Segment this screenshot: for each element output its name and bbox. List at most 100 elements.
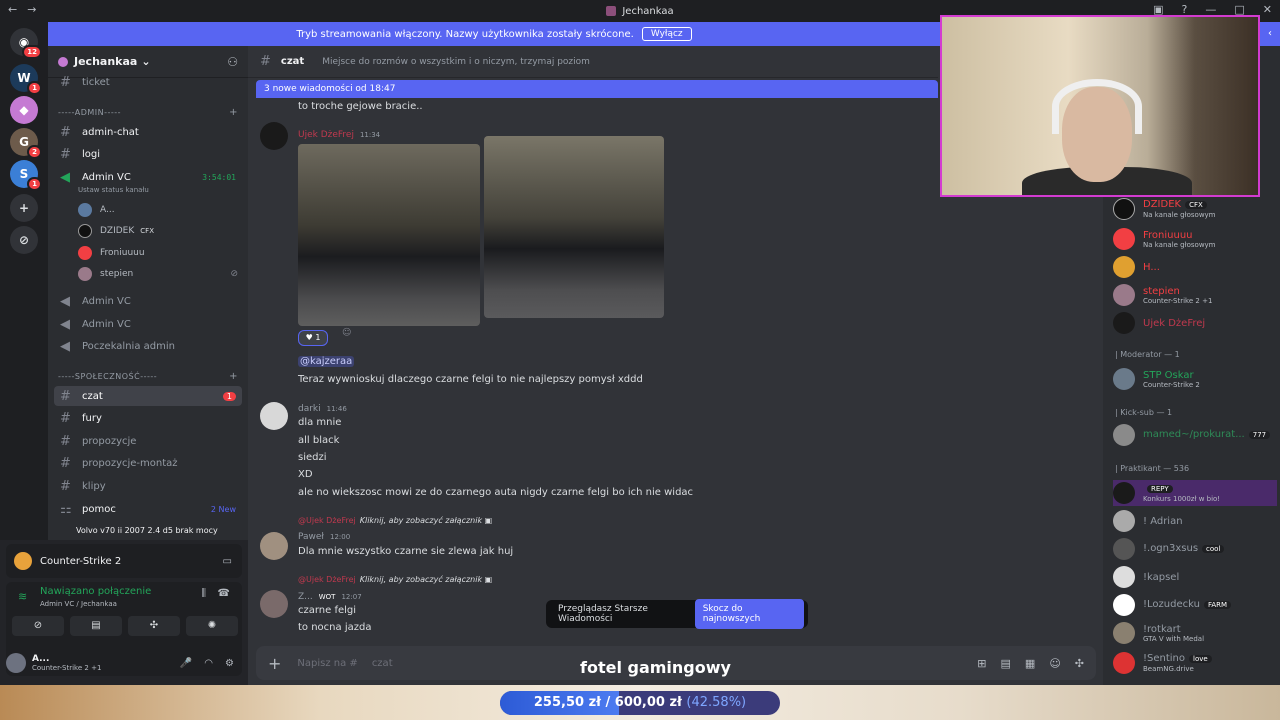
channel-name: czat bbox=[280, 56, 305, 67]
avatar bbox=[1113, 482, 1135, 504]
category-label: -----ADMIN----- bbox=[58, 108, 122, 117]
channel-label: klipy bbox=[82, 480, 106, 492]
disconnect-icon[interactable]: ☎ bbox=[218, 588, 230, 599]
avatar bbox=[78, 246, 92, 260]
car-photo-1[interactable] bbox=[298, 144, 480, 326]
voice-user[interactable]: Froniuuuu bbox=[78, 244, 238, 262]
member-item[interactable]: Froniuuuu Na kanale głosowym bbox=[1113, 226, 1277, 252]
voice-channel-admin-vc-2[interactable]: ◀ Admin VC bbox=[54, 291, 242, 311]
jump-to-latest-button[interactable]: Skocz do najnowszych bbox=[694, 599, 804, 629]
emoji-icon[interactable]: ☺ bbox=[1049, 657, 1060, 670]
channel-fury[interactable]: # fury bbox=[54, 408, 242, 428]
channel-admin-chat[interactable]: # admin-chat bbox=[54, 122, 242, 142]
channel-propozycje[interactable]: # propozycje bbox=[54, 431, 242, 451]
channel-ticket[interactable]: # ticket bbox=[54, 72, 242, 92]
forum-thread[interactable]: Volvo v70 ii 2007 2.4 d5 brak mocy bbox=[76, 526, 246, 535]
composer-placeholder: Napisz na # bbox=[297, 657, 358, 669]
disable-streamer-button[interactable]: Wyłącz bbox=[641, 27, 692, 41]
member-item[interactable]: !Sentino love BeamNG.drive bbox=[1113, 650, 1277, 676]
noise-suppression-icon[interactable]: ⫼ bbox=[201, 588, 206, 599]
activities-icon[interactable]: ✣ bbox=[128, 616, 180, 636]
author-name[interactable]: Z... bbox=[298, 592, 313, 602]
server-icon-1[interactable]: W1 bbox=[10, 64, 42, 95]
voice-channel-admin-vc-3[interactable]: ◀ Admin VC bbox=[54, 314, 242, 334]
server-icon-4[interactable]: S1 bbox=[10, 160, 42, 191]
add-channel-icon[interactable]: + bbox=[229, 107, 238, 118]
close-icon[interactable]: ✕ bbox=[1263, 3, 1272, 16]
avatar[interactable] bbox=[260, 590, 288, 618]
category-spolecznosc[interactable]: -----SPOŁECZNOŚĆ----- + bbox=[58, 371, 238, 382]
back-forward-icons[interactable]: ←→ bbox=[8, 3, 46, 16]
voice-channel-admin-vc[interactable]: ◀ Admin VC 3:54:01 bbox=[54, 167, 242, 187]
member-item[interactable]: REPY Konkurs 1000zł w bio! bbox=[1113, 480, 1277, 506]
gift-icon[interactable]: ⊞ bbox=[977, 657, 986, 670]
category-admin[interactable]: -----ADMIN----- + bbox=[58, 107, 238, 118]
heart-reaction[interactable]: ♥ 1 bbox=[298, 330, 328, 346]
reply-preview[interactable]: @Ujek DżeFrej Kliknij, aby zobaczyć załąc… bbox=[298, 516, 492, 525]
avatar[interactable] bbox=[260, 122, 288, 150]
member-item[interactable]: !kapsel bbox=[1113, 564, 1277, 590]
member-item[interactable]: Ujek DżeFrej bbox=[1113, 310, 1277, 336]
author-name[interactable]: Ujek DżeFrej bbox=[298, 130, 354, 140]
avatar[interactable] bbox=[260, 532, 288, 560]
member-item[interactable]: H... bbox=[1113, 254, 1277, 280]
author-name[interactable]: Paweł bbox=[298, 532, 324, 542]
voice-channel-poczekalnia[interactable]: ◀ Poczekalnia admin bbox=[54, 336, 242, 356]
member-item[interactable]: STP Oskar Counter-Strike 2 bbox=[1113, 366, 1277, 392]
member-item[interactable]: DZIDEK CFX Na kanale głosowym bbox=[1113, 196, 1277, 222]
screen-share-icon[interactable]: ▤ bbox=[70, 616, 122, 636]
forum-channel-pomoc[interactable]: ⚏ pomoc 2 New bbox=[54, 499, 242, 519]
forum-icon: ⚏ bbox=[60, 501, 72, 517]
member-activity: GTA V with Medal bbox=[1143, 634, 1205, 643]
invite-icon[interactable]: ⚇ bbox=[227, 55, 238, 69]
channel-czat[interactable]: # czat 1 bbox=[54, 386, 242, 406]
banner-close-icon[interactable]: ‹ bbox=[1260, 22, 1280, 46]
member-name: !kapsel bbox=[1143, 571, 1180, 583]
member-item[interactable]: stepien Counter-Strike 2 +1 bbox=[1113, 282, 1277, 308]
server-icon-3[interactable]: G2 bbox=[10, 128, 42, 159]
stream-overlay-text: fotel gamingowy bbox=[580, 658, 731, 677]
microphone-icon[interactable]: 🎤 bbox=[180, 658, 192, 669]
stream-icon[interactable]: ▭ bbox=[223, 556, 232, 567]
voice-user[interactable]: DZIDEK CFX bbox=[78, 222, 238, 240]
connection-status[interactable]: Nawiązano połączenie bbox=[40, 586, 151, 597]
member-item[interactable]: !.ogn3xsus cool bbox=[1113, 536, 1277, 562]
apps-icon[interactable]: ✣ bbox=[1075, 657, 1084, 670]
author-name[interactable]: darki bbox=[298, 404, 321, 414]
channel-logi[interactable]: # logi bbox=[54, 144, 242, 164]
user-mention[interactable]: @kajzeraa bbox=[298, 356, 355, 367]
channel-propozycje-montaz[interactable]: # propozycje-montaż bbox=[54, 453, 242, 473]
explore-icon[interactable]: ⊘ bbox=[10, 226, 38, 254]
game-activity[interactable]: Counter-Strike 2 ▭ bbox=[6, 544, 242, 578]
game-name: Counter-Strike 2 bbox=[40, 555, 122, 567]
server-tag: WOT bbox=[318, 593, 336, 601]
gif-icon[interactable]: ▤ bbox=[1001, 657, 1011, 670]
server-tag: CFX bbox=[1185, 201, 1207, 209]
channel-topic[interactable]: Miejsce do rozmów o wszystkim i o niczym… bbox=[322, 57, 590, 67]
settings-gear-icon[interactable]: ⚙ bbox=[225, 658, 234, 669]
connection-channel[interactable]: Admin VC / Jechankaa bbox=[40, 600, 117, 608]
camera-off-icon[interactable]: ⊘ bbox=[12, 616, 64, 636]
home-button[interactable]: ◉ 12 bbox=[10, 28, 42, 59]
reply-preview[interactable]: @Ujek DżeFrej Kliknij, aby zobaczyć załąc… bbox=[298, 575, 492, 584]
channel-klipy[interactable]: # klipy bbox=[54, 476, 242, 496]
member-item[interactable]: ! Adrian bbox=[1113, 508, 1277, 534]
voice-user[interactable]: A... bbox=[78, 201, 238, 219]
car-photo-2[interactable] bbox=[484, 136, 664, 318]
voice-user[interactable]: stepien ⊘ bbox=[78, 265, 238, 283]
avatar[interactable] bbox=[260, 402, 288, 430]
soundboard-icon[interactable]: ✺ bbox=[186, 616, 238, 636]
sticker-icon[interactable]: ▦ bbox=[1025, 657, 1035, 670]
set-channel-status[interactable]: Ustaw status kanału bbox=[78, 186, 149, 194]
new-messages-bar[interactable]: 3 nowe wiadomości od 18:47 bbox=[256, 80, 938, 98]
current-user[interactable]: A... Counter-Strike 2 +1 🎤 ◠ ⚙ bbox=[6, 650, 242, 676]
add-channel-icon[interactable]: + bbox=[229, 371, 238, 382]
add-reaction-icon[interactable]: ☺ bbox=[342, 328, 351, 338]
add-attachment-icon[interactable]: + bbox=[268, 654, 281, 673]
member-item[interactable]: mamed~/prokurat... 777 bbox=[1113, 422, 1277, 448]
headphones-icon[interactable]: ◠ bbox=[204, 658, 213, 669]
member-item[interactable]: !Lozudecku FARM bbox=[1113, 592, 1277, 618]
add-server-icon[interactable]: + bbox=[10, 194, 38, 222]
member-item[interactable]: !rotkart GTA V with Medal bbox=[1113, 620, 1277, 646]
server-icon-2[interactable]: ◆ bbox=[10, 96, 38, 124]
